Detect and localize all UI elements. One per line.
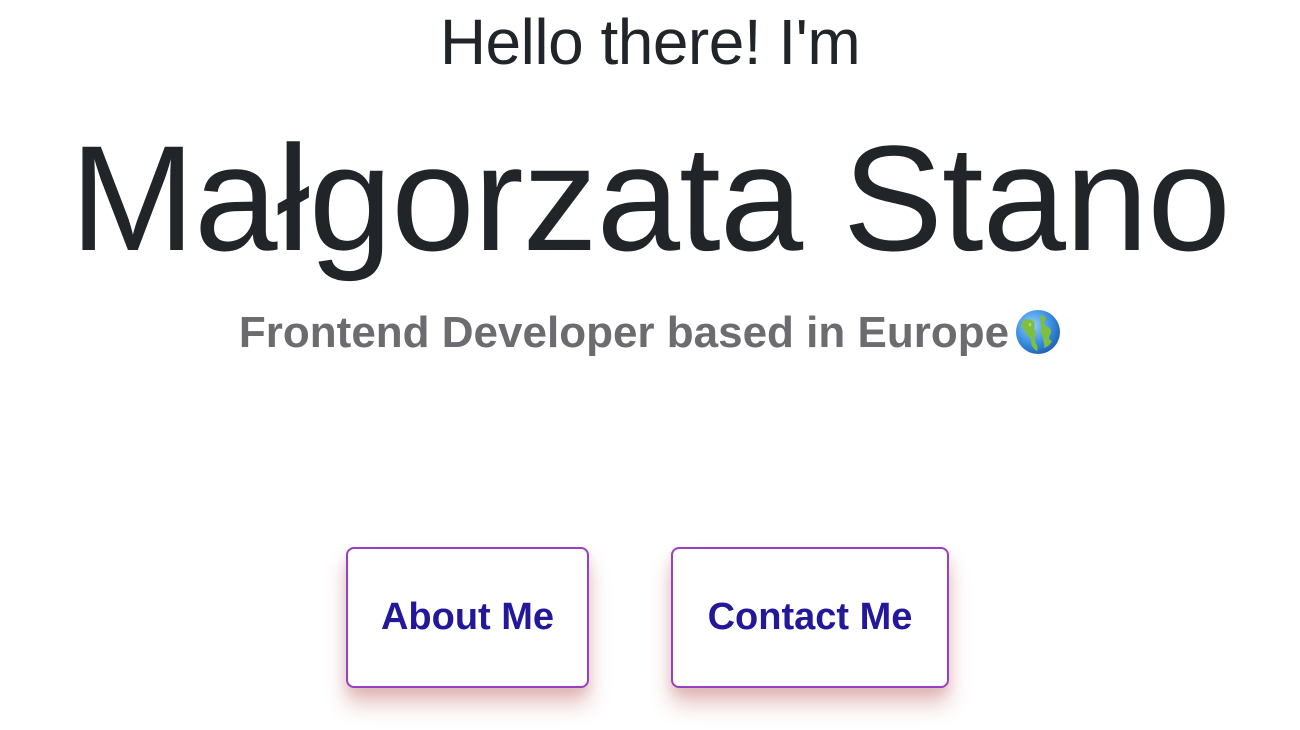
contact-me-button[interactable]: Contact Me [671,547,949,688]
hero-subtitle: Frontend Developer based in Europe [0,304,1300,362]
greeting-text: Hello there! I'm [439,6,861,78]
hero-section: Hello there! I'm Małgorzata Stano Fronte… [0,0,1300,730]
hero-name: Małgorzata Stano [70,114,1231,282]
subtitle-text: Frontend Developer based in Europe [238,308,1010,357]
contact-me-label: Contact Me [707,596,913,638]
globe-icon [1016,310,1061,354]
about-me-label: About Me [380,596,555,638]
about-me-button[interactable]: About Me [346,547,589,688]
